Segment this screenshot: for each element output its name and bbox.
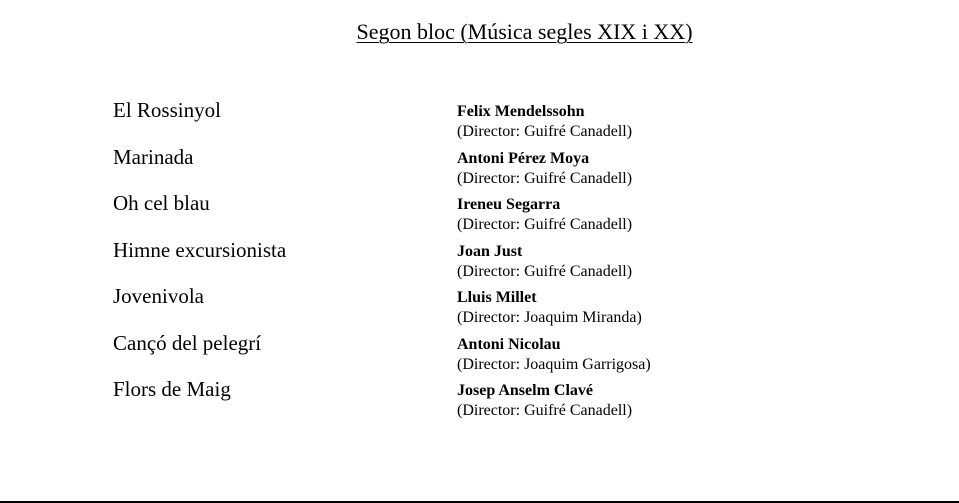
page-title: Segon bloc (Música segles XIX i XX) (356, 19, 693, 44)
credit: Lluis Millet (Director: Joaquim Miranda) (457, 288, 642, 328)
director-note: (Director: Joaquim Miranda) (457, 309, 642, 326)
program-item: Jovenivola Lluis Millet (Director: Joaqu… (113, 282, 733, 329)
director-note: (Director: Guifré Canadell) (457, 262, 633, 280)
composer-name: Ireneu Segarra (457, 196, 561, 213)
composer-name: Felix Mendelssohn (457, 103, 585, 120)
piece-title: Flors de Maig (113, 377, 231, 401)
composer-name: Antoni Nicolau (457, 335, 561, 353)
composer-name: Joan Just (457, 242, 523, 260)
director-note: (Director: Guifré Canadell) (457, 123, 633, 140)
program-item: Marinada Antoni Pérez Moya (Director: Gu… (113, 143, 733, 190)
program-item: Cançó del pelegrí Antoni Nicolau (Direct… (113, 329, 733, 376)
credit: Josep Anselm Clavé (Director: Guifré Can… (457, 381, 632, 421)
program-list: El Rossinyol Felix Mendelssohn (Director… (113, 96, 733, 422)
director-note: (Director: Guifré Canadell) (457, 216, 633, 233)
piece-title: El Rossinyol (113, 98, 221, 122)
credit: Antoni Pérez Moya (Director: Guifré Cana… (457, 149, 632, 189)
director-note: (Director: Guifré Canadell) (457, 169, 633, 187)
credit: Joan Just (Director: Guifré Canadell) (457, 242, 632, 282)
program-item: Oh cel blau Ireneu Segarra (Director: Gu… (113, 189, 733, 236)
composer-name: Lluis Millet (457, 289, 537, 306)
piece-title: Oh cel blau (113, 191, 210, 215)
credit: Antoni Nicolau (Director: Joaquim Garrig… (457, 335, 651, 375)
composer-name: Josep Anselm Clavé (457, 382, 593, 399)
program-item: El Rossinyol Felix Mendelssohn (Director… (113, 96, 733, 143)
credit: Felix Mendelssohn (Director: Guifré Cana… (457, 102, 632, 142)
piece-title: Jovenivola (113, 284, 204, 308)
program-item: Flors de Maig Josep Anselm Clavé (Direct… (113, 375, 733, 422)
piece-title: Marinada (113, 144, 194, 169)
piece-title: Himne excursionista (113, 237, 287, 262)
piece-title: Cançó del pelegrí (113, 330, 262, 355)
director-note: (Director: Guifré Canadell) (457, 402, 633, 419)
credit: Ireneu Segarra (Director: Guifré Canadel… (457, 195, 632, 235)
program-item: Himne excursionista Joan Just (Director:… (113, 236, 733, 283)
composer-name: Antoni Pérez Moya (457, 149, 590, 167)
director-note: (Director: Joaquim Garrigosa) (457, 355, 651, 373)
